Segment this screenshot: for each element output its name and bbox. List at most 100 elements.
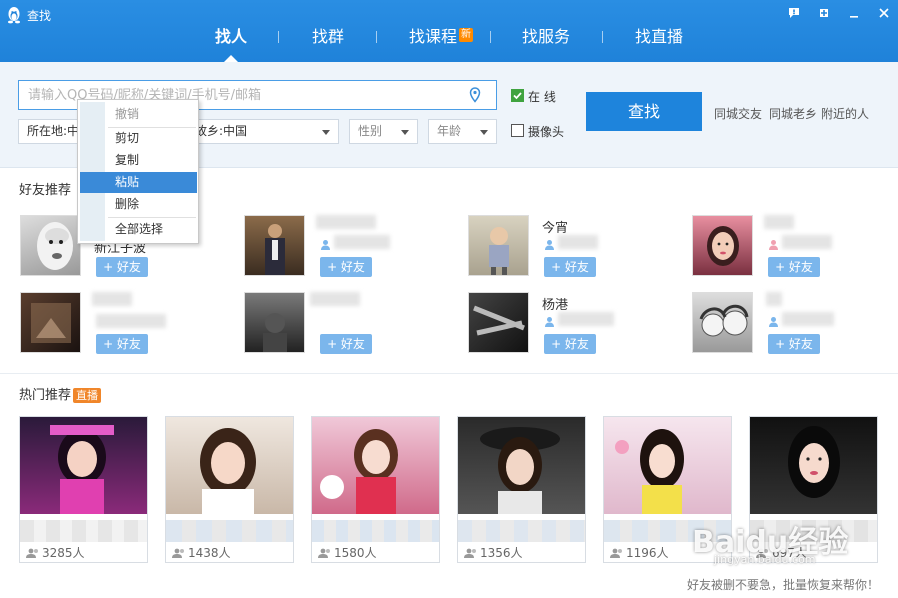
nav-separator — [376, 31, 377, 43]
live-card[interactable]: 1356人 — [457, 416, 586, 563]
viewers-icon — [464, 548, 476, 558]
avatar[interactable] — [468, 215, 529, 276]
online-checkbox[interactable] — [511, 89, 524, 102]
window-title: 查找 — [27, 9, 52, 23]
tab-find-services[interactable]: 找服务 — [522, 26, 570, 62]
feedback-icon[interactable] — [786, 6, 802, 22]
close-icon[interactable] — [876, 6, 892, 22]
avatar[interactable] — [244, 292, 305, 353]
blurred-info — [96, 314, 166, 328]
live-thumbnail — [750, 417, 877, 514]
person-icon — [321, 240, 330, 250]
friend-name: 今宵 — [542, 221, 569, 236]
location-value: 所在地:中 — [27, 124, 80, 138]
blurred-info — [558, 312, 614, 326]
quick-link-nearby[interactable]: 附近的人 — [821, 105, 869, 122]
live-thumbnail — [312, 417, 439, 514]
avatar[interactable] — [692, 215, 753, 276]
blurred-title — [166, 520, 293, 542]
nav-separator — [602, 31, 603, 43]
viewers-icon — [26, 548, 38, 558]
add-friend-button[interactable]: + 好友 — [96, 334, 148, 354]
avatar[interactable] — [468, 292, 529, 353]
tab-find-live[interactable]: 找直播 — [635, 26, 683, 62]
blurred-title — [20, 520, 147, 542]
viewer-count: 3285人 — [26, 544, 85, 561]
gender-value: 性别 — [358, 124, 383, 138]
menu-item-paste[interactable]: 粘贴 — [80, 172, 197, 193]
search-button[interactable]: 查找 — [586, 92, 702, 131]
blurred-info — [334, 235, 390, 249]
menu-item-undo[interactable]: 撤销 — [80, 104, 197, 125]
menu-separator — [108, 217, 196, 218]
tab-find-groups[interactable]: 找群 — [312, 26, 344, 62]
blurred-info — [782, 235, 832, 249]
person-icon — [545, 240, 554, 250]
live-card[interactable]: 3285人 — [19, 416, 148, 563]
menu-item-copy[interactable]: 复制 — [80, 150, 197, 171]
skin-icon[interactable] — [816, 6, 832, 22]
add-friend-button[interactable]: + 好友 — [320, 257, 372, 277]
quick-link-hometown-friends[interactable]: 同城老乡 — [769, 105, 817, 122]
viewers-icon — [610, 548, 622, 558]
gender-dropdown[interactable]: 性别 — [349, 119, 418, 144]
avatar[interactable] — [20, 215, 81, 276]
blurred-name — [766, 292, 782, 306]
hometown-value: 故乡:中国 — [195, 124, 248, 138]
blurred-title — [458, 520, 585, 542]
hot-title-text: 热门推荐 — [19, 388, 72, 403]
nav-tabs: 找人 找群 找课程新 找服务 找直播 — [0, 26, 898, 62]
live-card[interactable]: 1438人 — [165, 416, 294, 563]
hot-section-title: 热门推荐 直播 — [19, 384, 102, 403]
chevron-down-icon — [401, 130, 409, 135]
live-thumbnail — [20, 417, 147, 514]
live-badge: 直播 — [73, 388, 102, 403]
live-thumbnail — [166, 417, 293, 514]
camera-label: 摄像头 — [528, 125, 565, 139]
blurred-name — [310, 292, 360, 306]
menu-item-select-all[interactable]: 全部选择 — [80, 219, 197, 240]
hometown-dropdown[interactable]: 故乡:中国 — [182, 119, 339, 144]
location-pin-icon[interactable] — [468, 87, 482, 103]
age-value: 年龄 — [437, 124, 462, 138]
tab-find-people[interactable]: 找人 — [215, 26, 247, 62]
tab-find-courses[interactable]: 找课程新 — [409, 26, 474, 62]
online-label: 在 线 — [528, 90, 556, 104]
friend-card: + 好友 — [244, 292, 454, 354]
add-friend-button[interactable]: + 好友 — [96, 257, 148, 277]
minimize-icon[interactable] — [846, 6, 862, 22]
camera-checkbox[interactable] — [511, 124, 524, 137]
live-thumbnail — [604, 417, 731, 514]
blurred-name — [764, 215, 794, 229]
friends-section-title: 好友推荐 — [19, 183, 72, 198]
menu-item-delete[interactable]: 删除 — [80, 194, 197, 215]
person-icon — [769, 240, 778, 250]
avatar[interactable] — [692, 292, 753, 353]
age-dropdown[interactable]: 年龄 — [428, 119, 497, 144]
quick-link-local-friends[interactable]: 同城交友 — [714, 105, 762, 122]
blurred-info — [782, 312, 834, 326]
restore-friends-link[interactable]: 好友被删不要急，批量恢复来帮你！ — [687, 576, 879, 593]
menu-item-cut[interactable]: 剪切 — [80, 128, 197, 149]
person-icon — [769, 317, 778, 327]
add-friend-button[interactable]: + 好友 — [320, 334, 372, 354]
nav-separator — [490, 31, 491, 43]
qq-penguin-icon — [8, 7, 20, 24]
new-badge: 新 — [459, 28, 474, 42]
add-friend-button[interactable]: + 好友 — [768, 257, 820, 277]
viewer-count: 1356人 — [464, 544, 523, 561]
baidu-watermark-url: jingyan.baidu.com — [714, 553, 816, 566]
nav-separator — [278, 31, 279, 43]
viewers-icon — [318, 548, 330, 558]
live-card[interactable]: 1580人 — [311, 416, 440, 563]
live-thumbnail — [458, 417, 585, 514]
add-friend-button[interactable]: + 好友 — [544, 257, 596, 277]
section-divider — [0, 373, 898, 374]
avatar[interactable] — [20, 292, 81, 353]
viewer-count: 1196人 — [610, 544, 669, 561]
friend-card: 杨港 + 好友 — [468, 292, 678, 354]
add-friend-button[interactable]: + 好友 — [544, 334, 596, 354]
avatar[interactable] — [244, 215, 305, 276]
viewers-icon — [172, 548, 184, 558]
add-friend-button[interactable]: + 好友 — [768, 334, 820, 354]
